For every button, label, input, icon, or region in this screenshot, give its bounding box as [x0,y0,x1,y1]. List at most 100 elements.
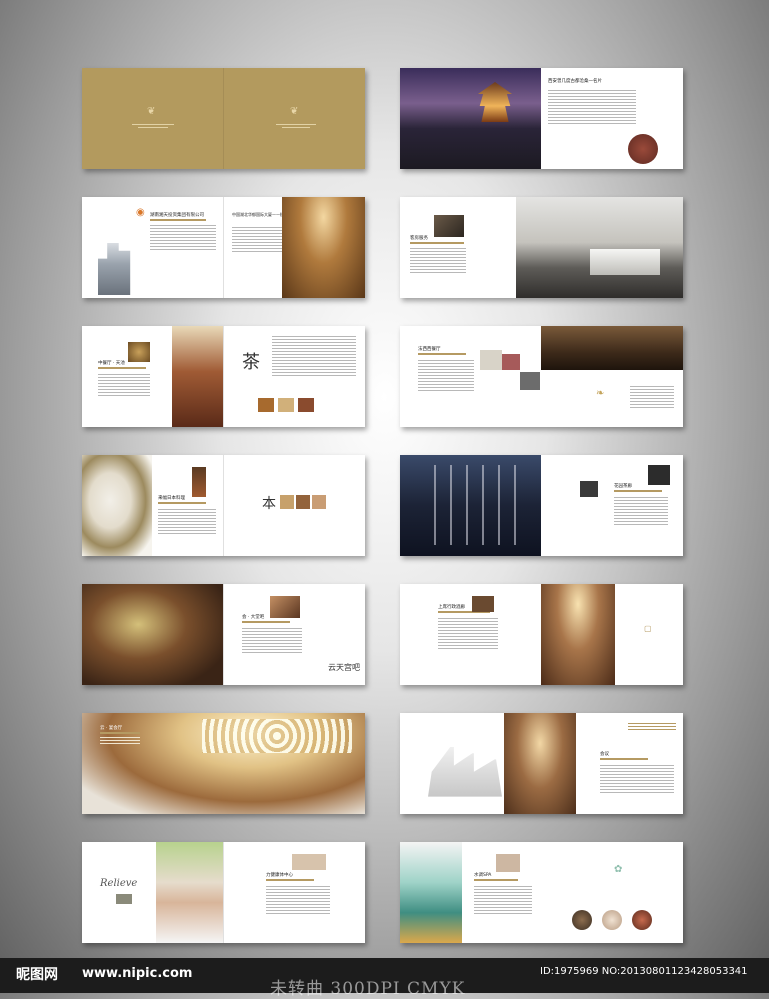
therapist-thumbnail [292,854,326,870]
site-domain[interactable]: www.nipic.com [82,966,192,981]
spread-heading: 会 · 大堂吧 [242,615,265,620]
calligraphy-mark: 本 [262,496,276,512]
heading-underline [242,621,290,623]
logo-thumbnail [580,481,598,497]
brochure-spread-meeting: 会议 [400,713,683,814]
spa-logo-icon: ✿ [614,864,623,875]
sailing-ship-illustration [428,747,502,797]
executive-lounge-photo [541,584,615,685]
spread-heading: 水调SPA [474,873,492,878]
brochure-spread-fitness: Relieve 力健康体中心 [82,842,365,943]
brochure-spread-executive-lounge: 上席行政酒廊 ▢ [400,584,683,685]
hotel-logo-icon: ❦ [147,106,156,117]
brochure-spread-western-restaurant: 法西西餐厅 ❧ [400,326,683,427]
restaurant-photo [541,326,683,370]
lobby-bar-photo [82,584,223,685]
body-text [266,886,330,916]
bottle-thumbnail [192,467,206,497]
heading-underline [614,490,662,492]
brochure-spread-cover: ❦ ❦ [82,68,365,169]
body-text [474,886,532,916]
body-text [158,509,216,536]
seal-stamp-icon [628,134,658,164]
heading-underline [150,219,206,221]
relieve-script: Relieve [100,878,138,889]
heading-underline [410,242,464,244]
body-text [272,336,356,378]
brochure-spread-banquet: 云 · 宴会厅 [82,713,365,814]
heading-underline [474,879,518,881]
dish-thumbnail [296,495,310,509]
food-thumbnail [278,398,294,412]
brochure-spread-spa: 水调SPA ✿ [400,842,683,943]
cover-text-lines [132,124,174,130]
heading-underline [266,879,314,881]
body-text [150,225,216,252]
brochure-spread-guestroom: 客房服务 [400,197,683,298]
heading-underline [98,367,146,369]
product-thumbnail [116,894,132,904]
cover-text-lines [276,124,316,130]
spread-heading: 力健康体中心 [266,873,293,878]
guestroom-photo [516,197,683,298]
body-text [100,737,140,746]
body-text [418,360,474,393]
food-thumbnail [502,354,520,370]
brochure-spread-city: 西安曾几度古都沧桑一名片 [400,68,683,169]
brochure-spread-lobby-bar: 会 · 大堂吧 云天宫吧 [82,584,365,685]
massage-photo [156,842,223,943]
spread-heading: 花园茶廊 [614,484,632,489]
food-thumbnail [258,398,274,412]
spread-heading: 湖南湘天投资集团有限公司 [150,213,204,218]
ceiling-lights [202,719,352,753]
body-text [438,618,498,651]
body-text [628,723,676,732]
body-text [600,765,674,795]
brochure-spread-japanese: 来幅日本料理 本 [82,455,365,556]
spec-watermark: 未转曲 300DPI CMYK [270,979,466,999]
room-thumbnail [434,215,464,237]
spread-heading: 中餐厅 · 天池 [98,361,125,366]
logo-mark-icon: ▢ [644,624,652,633]
heading-underline [418,353,466,355]
company-logo-icon: ◉ [136,207,145,218]
spa-circle-thumb [572,910,592,930]
brochure-spread-garden-lounge: 花园茶廊 [400,455,683,556]
body-text [548,90,636,126]
spread-heading: 会议 [600,752,609,757]
spa-thumbnail [496,854,520,872]
brochure-showcase: { "footer": { "brand": "昵图网", "domain": … [0,0,769,999]
wine-thumbnail [520,372,540,390]
body-text [98,374,150,398]
hotel-logo-icon: ❦ [290,106,299,117]
body-text [630,386,674,410]
body-text [410,248,466,275]
heading-underline [158,502,206,504]
spa-circle-thumb [602,910,622,930]
spa-bottles-photo [400,842,462,943]
spread-heading: 法西西餐厅 [418,347,441,352]
dish-thumbnail [128,342,150,362]
body-text [614,497,668,527]
brochure-spread-chinese-restaurant: 中餐厅 · 天池 茶 [82,326,365,427]
logo-mark-icon: ❧ [596,388,605,399]
brochure-spread-company: ◉ 湖南湘天投资集团有限公司 中国湖北华郁国际大厦——楼中国际酒店 [82,197,365,298]
drink-thumbnail [270,596,300,618]
heading-underline [600,758,648,760]
dish-thumbnail [312,495,326,509]
food-thumbnail [480,350,502,370]
flower-thumbnail [648,465,670,485]
body-text [242,628,302,655]
spread-heading: 来幅日本料理 [158,496,185,501]
dish-thumbnail [280,495,294,509]
heading-underline [100,732,140,734]
spread-heading: 上席行政酒廊 [438,605,465,610]
private-room-photo [172,326,223,427]
spa-circle-thumb [632,910,652,930]
building-photo [98,243,131,295]
column-lights [420,465,520,545]
image-id-label: ID:1975969 NO:20130801123428053341 [540,966,748,977]
site-brand-logo[interactable]: 昵图网 [16,964,58,984]
city-night-photo [400,68,541,169]
drink-thumbnail [472,596,494,612]
